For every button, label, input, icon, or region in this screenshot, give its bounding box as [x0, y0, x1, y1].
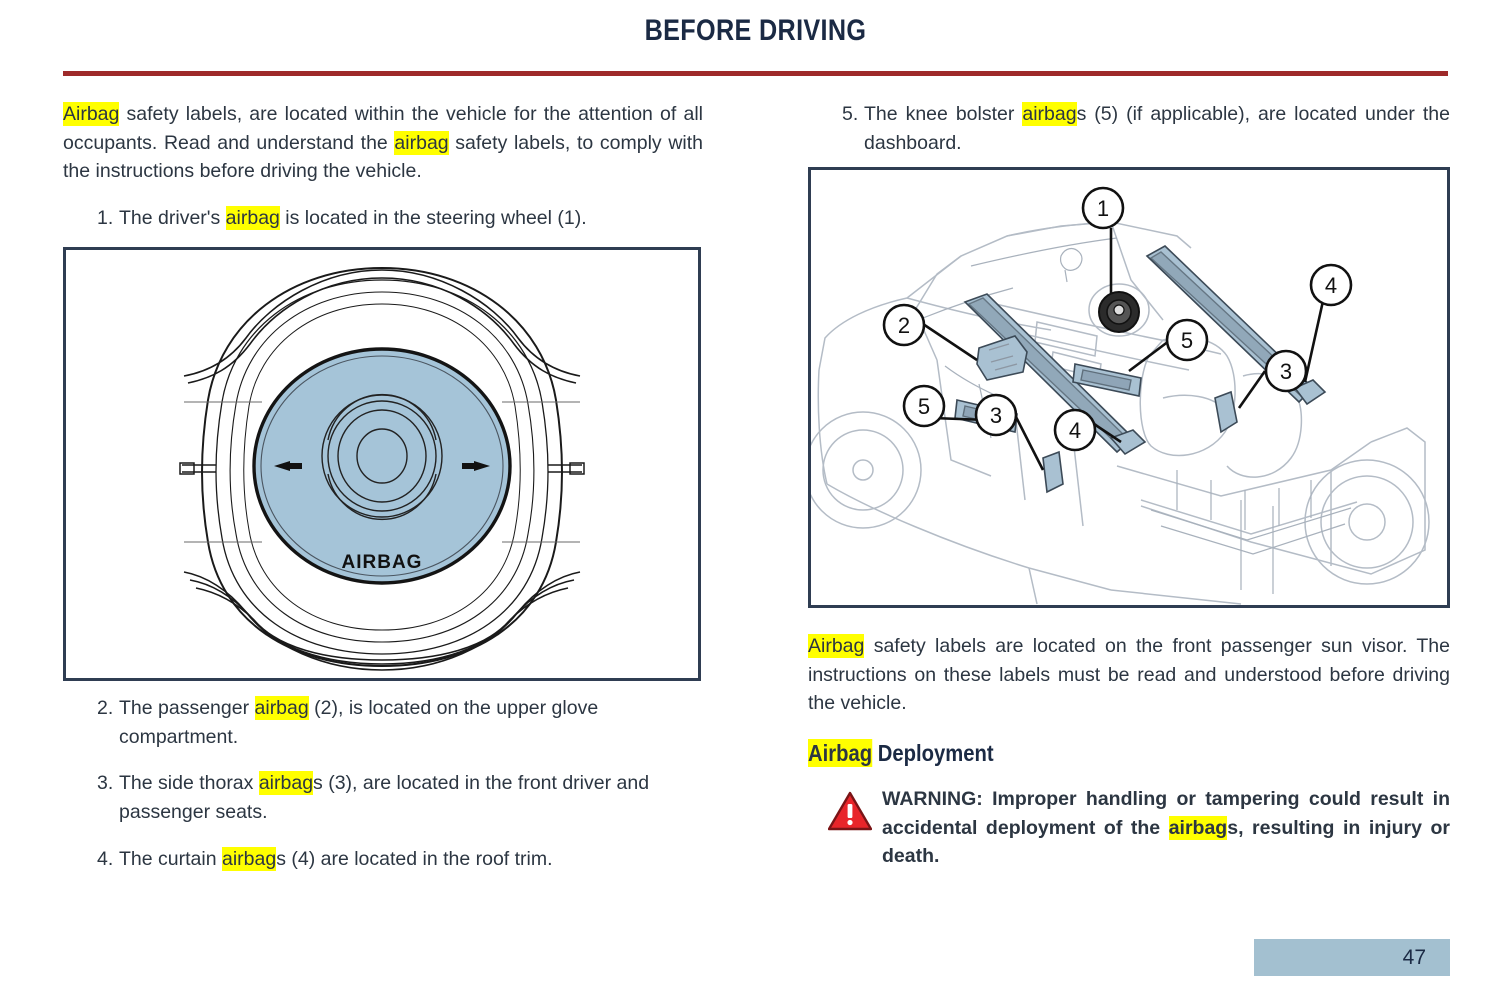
warning-text: WARNING: Improper handling or tampering …: [872, 785, 1450, 871]
list-item-number: 4.: [97, 847, 114, 870]
list-item-text-post: s (4) are located in the roof trim.: [276, 847, 553, 870]
list-item-text: The passenger airbag (2), is located on …: [119, 694, 703, 751]
list-item-text-post: is located in the steering wheel (1).: [279, 206, 587, 229]
driver-airbag-steering-wheel: [1098, 291, 1140, 333]
callout-5-right: 5: [1165, 318, 1209, 362]
callout-5-right-label: 5: [1181, 328, 1193, 353]
list-item: 1. The driver's airbag is located in the…: [63, 204, 703, 233]
list-item: 4. The curtain airbags (4) are located i…: [63, 845, 703, 874]
left-column-list-continued: 2. The passenger airbag (2), is located …: [63, 694, 703, 873]
vehicle-airbag-location-figure: .bd { fill:none; stroke:#b4bcc6; stroke-…: [808, 167, 1450, 608]
page-number-box: 47: [1254, 939, 1450, 976]
highlight-airbag: airbag: [225, 205, 280, 230]
list-item-text: The curtain airbags (4) are located in t…: [119, 845, 703, 874]
list-item: 2. The passenger airbag (2), is located …: [63, 694, 703, 751]
intro-paragraph: Airbag safety labels, are located within…: [63, 100, 703, 186]
callout-1-label: 1: [1097, 196, 1109, 221]
list-item-text: The knee bolster airbags (5) (if applica…: [864, 100, 1450, 157]
highlight-airbag: airbag: [394, 130, 449, 155]
vehicle-cutaway-illustration: .bd { fill:none; stroke:#b4bcc6; stroke-…: [811, 186, 1430, 605]
list-item-number: 2.: [97, 697, 114, 719]
callout-3-left: 3: [974, 393, 1018, 437]
header-rule: [63, 71, 1448, 76]
highlight-airbag: airbag: [258, 771, 314, 796]
right-column: 5. The knee bolster airbags (5) (if appl…: [808, 100, 1450, 157]
side-thorax-airbag-left: [1042, 450, 1064, 494]
section-heading-airbag-deployment: Airbag Deployment: [808, 738, 1373, 767]
callout-3-left-label: 3: [990, 403, 1002, 428]
page-title: BEFORE DRIVING: [644, 14, 867, 47]
list-item-text-pre: The curtain: [119, 847, 222, 870]
highlight-airbag: airbag: [1168, 815, 1228, 840]
callout-2: 2: [882, 303, 926, 347]
sun-visor-paragraph-text: safety labels are located on the front p…: [808, 635, 1450, 715]
callout-4-right: 4: [1309, 263, 1353, 307]
airbag-emboss-label: AIRBAG: [342, 552, 423, 573]
callout-3-right: 3: [1264, 349, 1308, 393]
warning-triangle-icon: [808, 785, 873, 836]
steering-wheel-illustration: AIRBAG: [179, 266, 585, 671]
warning-block: WARNING: Improper handling or tampering …: [808, 785, 1450, 871]
document-page: BEFORE DRIVING Airbag safety labels, are…: [0, 0, 1511, 999]
sun-visor-paragraph: Airbag safety labels are located on the …: [808, 632, 1450, 718]
passenger-airbag-module: [976, 335, 1028, 381]
list-item-number: 3.: [97, 772, 114, 795]
left-column: Airbag safety labels, are located within…: [63, 100, 703, 233]
list-item: 5. The knee bolster airbags (5) (if appl…: [808, 100, 1450, 157]
list-item-text: The side thorax airbags (3), are located…: [119, 769, 703, 826]
side-thorax-airbag-right: [1214, 390, 1238, 434]
list-item-text-pre: The knee bolster: [864, 103, 1023, 125]
callout-4-left: 4: [1053, 408, 1097, 452]
callout-1: 1: [1081, 186, 1125, 230]
page-number: 47: [1402, 946, 1426, 969]
callout-4-left-label: 4: [1069, 418, 1081, 443]
list-item: 3. The side thorax airbags (3), are loca…: [63, 769, 703, 826]
callout-2-label: 2: [898, 313, 910, 338]
list-item-text-pre: The side thorax: [119, 772, 259, 795]
list-item-number: 1.: [97, 206, 114, 229]
callout-5-left: 5: [902, 384, 946, 428]
section-heading-rest: Deployment: [872, 739, 994, 766]
highlight-airbag: airbag: [1022, 102, 1077, 126]
list-item-text: The driver's airbag is located in the st…: [119, 204, 703, 233]
steering-wheel-figure: AIRBAG: [63, 247, 701, 681]
list-item-text-pre: The driver's: [119, 206, 226, 229]
callout-5-left-label: 5: [918, 394, 930, 419]
callout-3-right-label: 3: [1280, 359, 1292, 384]
highlight-airbag: Airbag: [63, 102, 120, 126]
callout-4-right-label: 4: [1325, 273, 1337, 298]
list-item-text-pre: The passenger: [119, 697, 255, 719]
highlight-airbag: airbag: [221, 846, 277, 871]
highlight-airbag: airbag: [254, 696, 309, 720]
right-column-lower: Airbag safety labels are located on the …: [808, 632, 1450, 871]
highlight-airbag: Airbag: [808, 634, 865, 658]
list-item-number: 5.: [842, 103, 859, 125]
highlight-airbag: Airbag: [808, 738, 873, 767]
